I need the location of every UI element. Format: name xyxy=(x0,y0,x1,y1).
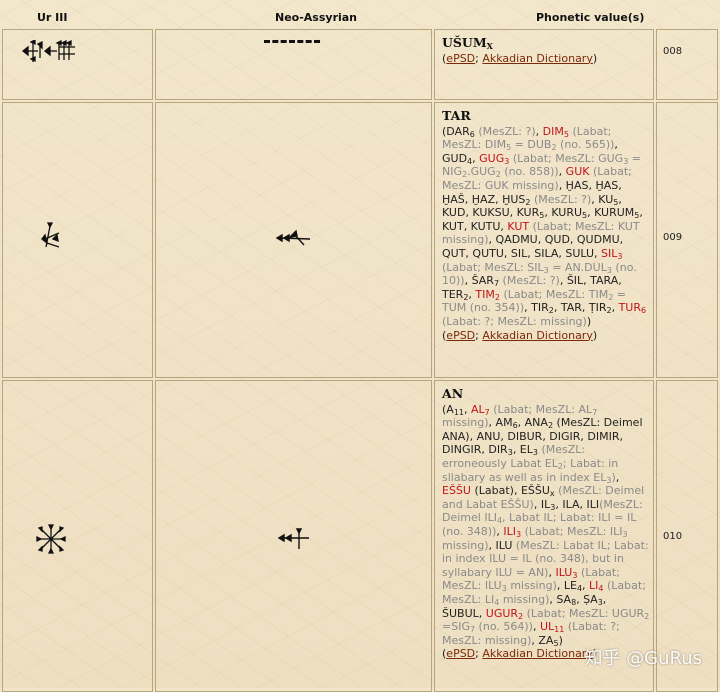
number-cell: 008 xyxy=(656,29,718,100)
phonetic-cell: TAR (DAR6 (MesZL: ?), DIM5 (Labat; MesZL… xyxy=(434,102,654,378)
ushum-ur3-sign-icon xyxy=(21,40,75,63)
akkadian-dictionary-link[interactable]: Akkadian Dictionary xyxy=(482,647,592,660)
akkadian-dictionary-link[interactable]: Akkadian Dictionary xyxy=(482,52,592,65)
sign-number: 008 xyxy=(663,46,683,57)
missing-sign-dash xyxy=(264,40,320,43)
ur3-cell xyxy=(2,380,153,692)
table-header: Ur III Neo-Assyrian Phonetic value(s) xyxy=(0,5,720,29)
epsd-link[interactable]: ePSD xyxy=(446,647,475,660)
number-cell: 009 xyxy=(656,102,718,378)
an-ur3-sign-icon xyxy=(36,524,66,554)
neo-assyrian-cell xyxy=(155,102,432,378)
sign-number: 010 xyxy=(663,531,683,542)
sign-number: 009 xyxy=(663,232,683,243)
an-neo-assyrian-sign-icon xyxy=(278,528,309,549)
an-readings: (A11, AL7 (Labat; MesZL: AL7 missing), A… xyxy=(442,402,650,648)
header-neo-assyrian: Neo-Assyrian xyxy=(275,11,358,24)
neo-assyrian-cell xyxy=(155,29,432,100)
tar-readings: (DAR6 (MesZL: ?), DIM5 (Labat; MesZL: DI… xyxy=(442,124,647,328)
sign-heading: AN xyxy=(442,386,464,401)
akkadian-dictionary-link[interactable]: Akkadian Dictionary xyxy=(482,329,592,342)
epsd-link[interactable]: ePSD xyxy=(446,52,475,65)
tar-neo-assyrian-sign-icon xyxy=(276,229,311,246)
tar-ur3-sign-icon xyxy=(41,222,60,248)
epsd-link[interactable]: ePSD xyxy=(446,329,475,342)
phonetic-cell: UŠUMX (ePSD; Akkadian Dictionary) xyxy=(434,29,654,100)
page: Ur III Neo-Assyrian Phonetic value(s) UŠ… xyxy=(0,0,720,692)
ur3-cell xyxy=(2,102,153,378)
header-phonetic: Phonetic value(s) xyxy=(536,11,645,24)
table-row: UŠUMX (ePSD; Akkadian Dictionary) 008 xyxy=(0,29,720,100)
sign-heading: TAR xyxy=(442,108,471,123)
watermark: 知乎 @GuRus xyxy=(584,648,702,669)
neo-assyrian-cell xyxy=(155,380,432,692)
table-row: TAR (DAR6 (MesZL: ?), DIM5 (Labat; MesZL… xyxy=(0,102,720,378)
ur3-cell xyxy=(2,29,153,100)
header-ur3: Ur III xyxy=(37,11,68,24)
sign-heading: UŠUMX xyxy=(442,35,493,51)
